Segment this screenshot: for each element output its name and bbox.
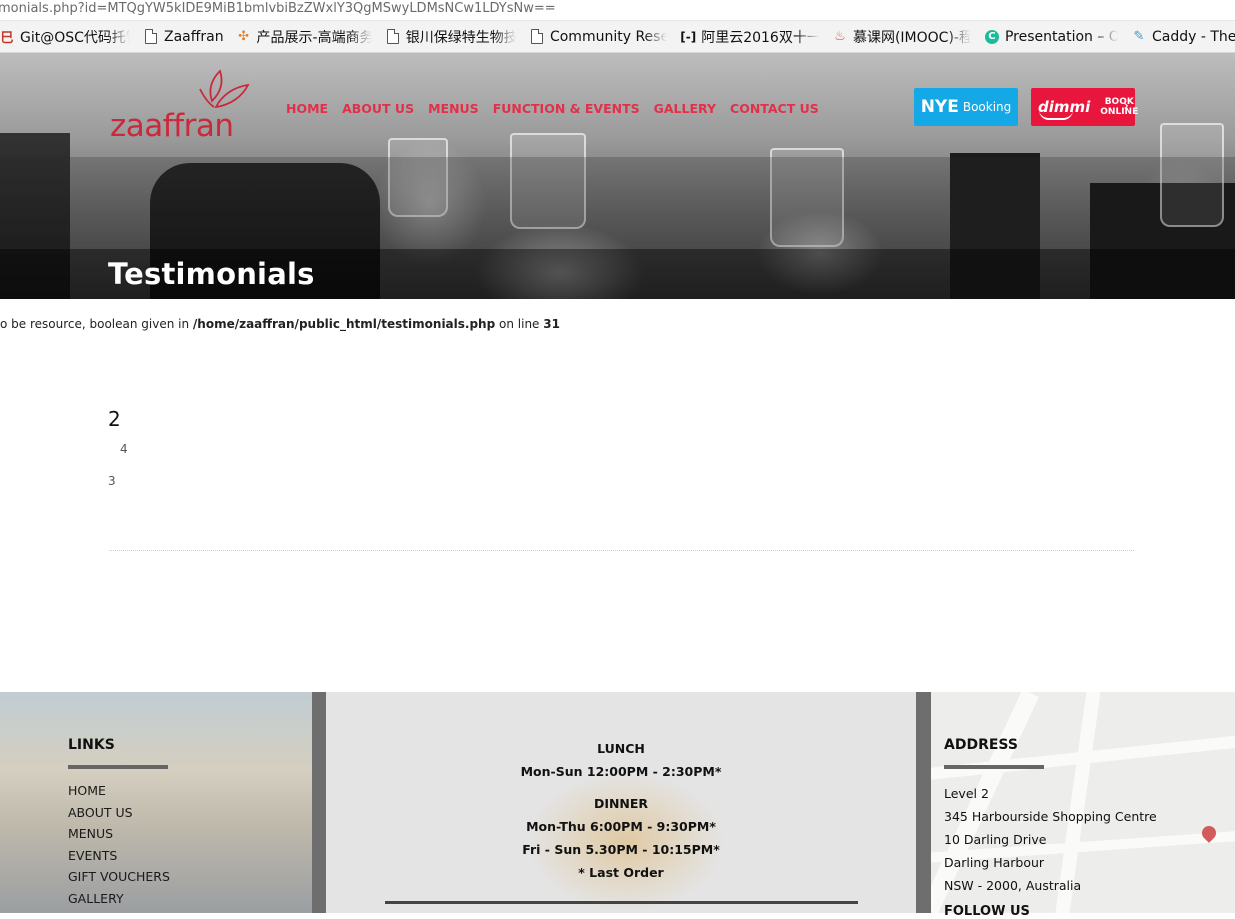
nav-gallery[interactable]: GALLERY [654, 101, 716, 116]
bookmark-imooc[interactable]: ♨ 慕课网(IMOOC)-程 [833, 27, 971, 47]
booking-label: Booking [962, 100, 1012, 114]
php-warning: o be resource, boolean given in /home/za… [0, 317, 560, 331]
footer-link-menus[interactable]: MENUS [68, 823, 170, 845]
lunch-hours: Mon-Sun 12:00PM - 2:30PM* [520, 764, 722, 779]
injected-value-4: 4 [120, 442, 128, 456]
address-heading-rule [944, 765, 1044, 769]
book-label: BOOK [1104, 97, 1134, 107]
footer-link-events[interactable]: EVENTS [68, 845, 170, 867]
address-heading: ADDRESS [944, 737, 1018, 753]
flame-icon: ♨ [834, 29, 846, 44]
injected-value-3: 3 [108, 474, 116, 488]
footer-link-home[interactable]: HOME [68, 780, 170, 802]
injected-value-2: 2 [108, 407, 121, 431]
links-heading: LINKS [68, 737, 115, 753]
warning-line-number: 31 [543, 317, 560, 331]
chevron-right-icon: › [1123, 98, 1129, 114]
nye-label: NYE [920, 97, 959, 117]
bookmark-zaaffran[interactable]: Zaaffran [144, 29, 223, 45]
address-line: NSW - 2000, Australia [944, 878, 1082, 893]
dinner-hours-weekday: Mon-Thu 6:00PM - 9:30PM* [526, 819, 716, 834]
nav-home[interactable]: HOME [286, 101, 328, 116]
nav-about-us[interactable]: ABOUT US [342, 101, 414, 116]
opening-hours: LUNCH Mon-Sun 12:00PM - 2:30PM* DINNER M… [326, 737, 916, 884]
nav-function-events[interactable]: FUNCTION & EVENTS [493, 101, 640, 116]
footer-link-about-us[interactable]: ABOUT US [68, 802, 170, 824]
osc-icon: 巳 [0, 31, 14, 46]
aliyun-icon: [-] [681, 29, 697, 44]
main-nav: HOME ABOUT US MENUS FUNCTION & EVENTS GA… [286, 101, 833, 116]
nav-contact-us[interactable]: CONTACT US [730, 101, 819, 116]
address-line: 10 Darling Drive [944, 832, 1047, 847]
address-line: Darling Harbour [944, 855, 1045, 870]
bookmark-yinchuan[interactable]: 银川保绿特生物技 [386, 27, 516, 47]
address-bar[interactable]: monials.php?id=MTQgYW5kIDE9MiB1bmlvbiBzZ… [0, 0, 1235, 21]
pinwheel-icon: ✣ [238, 29, 249, 44]
content-divider [109, 550, 1134, 551]
nav-menus[interactable]: MENUS [428, 101, 479, 116]
footer-link-gallery[interactable]: GALLERY [68, 888, 170, 910]
address-line: Level 2 [944, 786, 989, 801]
bookmarks-bar: 巳 Git@OSC代码托管 Zaaffran ✣ 产品展示-高端商务 银川保绿特… [0, 21, 1235, 53]
page-icon [530, 29, 544, 45]
bookmark-aliyun[interactable]: [-] 阿里云2016双十一 [681, 27, 819, 47]
address-block: Level 2 345 Harbourside Shopping Centre … [944, 782, 1157, 897]
page-icon [386, 29, 400, 45]
lunch-heading: LUNCH [597, 741, 645, 756]
hours-rule [385, 901, 858, 904]
bookmark-caddy[interactable]: ✎ Caddy - The [1132, 29, 1235, 45]
bookmark-product[interactable]: ✣ 产品展示-高端商务 [237, 27, 372, 47]
last-order-note: * Last Order [578, 865, 664, 880]
c-circle-icon: C [984, 29, 999, 45]
footer-links-list: HOME ABOUT US MENUS EVENTS GIFT VOUCHERS… [68, 780, 170, 910]
nye-booking-button[interactable]: NYE Booking [914, 88, 1018, 126]
bookmark-git-osc[interactable]: 巳 Git@OSC代码托管 [0, 27, 130, 47]
feather-icon: ✎ [1133, 29, 1145, 44]
hero-banner: Testimonials zaaffran HOME ABOUT US MENU… [0, 53, 1235, 299]
warning-text-mid: on line [495, 317, 544, 331]
bookmark-community[interactable]: Community Rese [530, 29, 667, 45]
dimmi-book-online-button[interactable]: dimmi BOOK ONLINE › [1031, 88, 1138, 126]
address-line: 345 Harbourside Shopping Centre [944, 809, 1157, 824]
page-icon [144, 29, 158, 45]
warning-text: o be resource, boolean given in [0, 317, 193, 331]
url-text: monials.php?id=MTQgYW5kIDE9MiB1bmlvbiBzZ… [0, 1, 556, 16]
hero-overlay [0, 157, 1235, 249]
online-label: ONLINE [1100, 107, 1139, 117]
logo-text[interactable]: zaaffran [110, 108, 234, 144]
links-heading-rule [68, 765, 168, 769]
smile-icon [1039, 110, 1073, 120]
dinner-hours-weekend: Fri - Sun 5.30PM - 10:15PM* [522, 842, 720, 857]
dinner-heading: DINNER [593, 796, 649, 811]
warning-path: /home/zaaffran/public_html/testimonials.… [192, 317, 496, 331]
book-online-label: BOOK ONLINE [1100, 97, 1138, 117]
bookmark-presentation[interactable]: C Presentation – O [984, 29, 1118, 45]
page-title: Testimonials [108, 257, 315, 291]
footer-link-gift-vouchers[interactable]: GIFT VOUCHERS [68, 866, 170, 888]
follow-us-heading: FOLLOW US [944, 904, 1030, 919]
